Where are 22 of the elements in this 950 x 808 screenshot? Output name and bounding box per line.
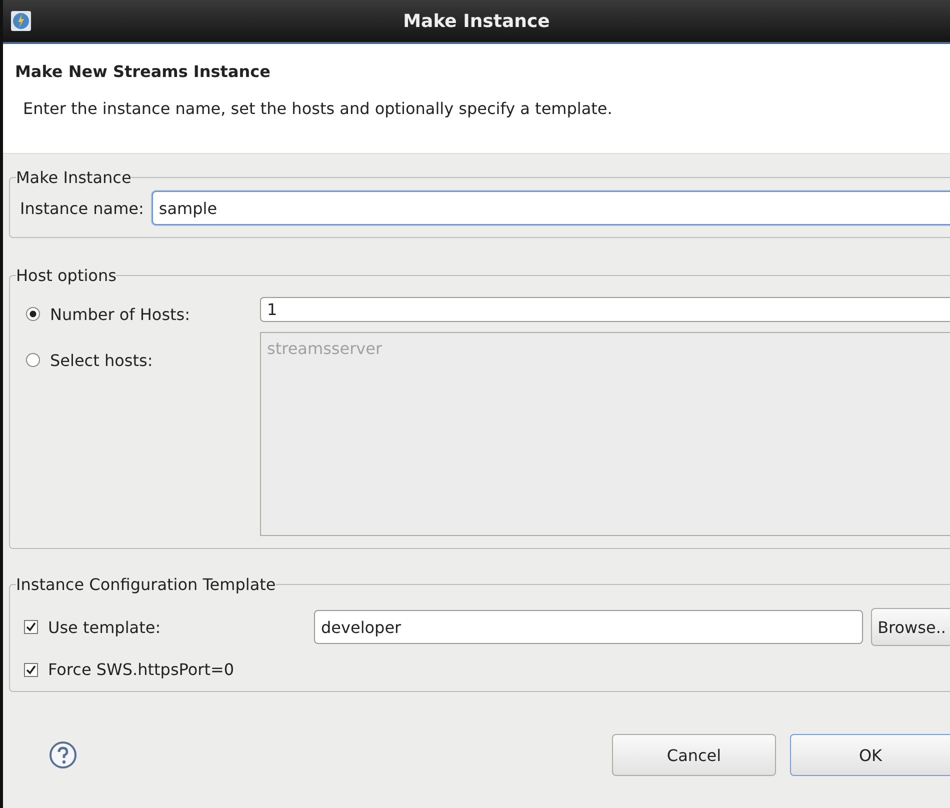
field-label: Instance name: xyxy=(20,198,144,218)
radio-label[interactable]: Number of Hosts: xyxy=(50,304,190,324)
page-title: Make New Streams Instance xyxy=(15,61,272,81)
radio-button[interactable] xyxy=(26,307,40,321)
instance-name-field[interactable]: sample xyxy=(152,191,950,225)
radio-button[interactable] xyxy=(26,353,40,367)
group-title: Make Instance xyxy=(16,168,132,187)
checkbox-label[interactable]: Force SWS.httpsPort=0 xyxy=(48,660,234,679)
checkbox[interactable] xyxy=(24,662,38,676)
help-icon[interactable] xyxy=(49,741,77,769)
hosts-count-field[interactable]: 1 xyxy=(260,297,950,322)
browse-button[interactable]: Browse.. xyxy=(870,608,950,646)
group-title: Host options xyxy=(16,266,116,285)
dialog-button[interactable]: Cancel xyxy=(612,734,776,776)
dialog-button[interactable]: OK xyxy=(790,734,950,776)
checkbox-label[interactable]: Use template: xyxy=(48,618,161,636)
page-description: Enter the instance name, set the hosts and optionally specify a template. xyxy=(22,98,614,118)
checkbox[interactable] xyxy=(24,620,38,634)
window-title: Make Instance xyxy=(402,10,551,32)
template-field[interactable]: developer xyxy=(314,610,863,644)
group-title: Instance Configuration Template xyxy=(16,575,276,594)
radio-label[interactable]: Select hosts: xyxy=(50,350,153,370)
